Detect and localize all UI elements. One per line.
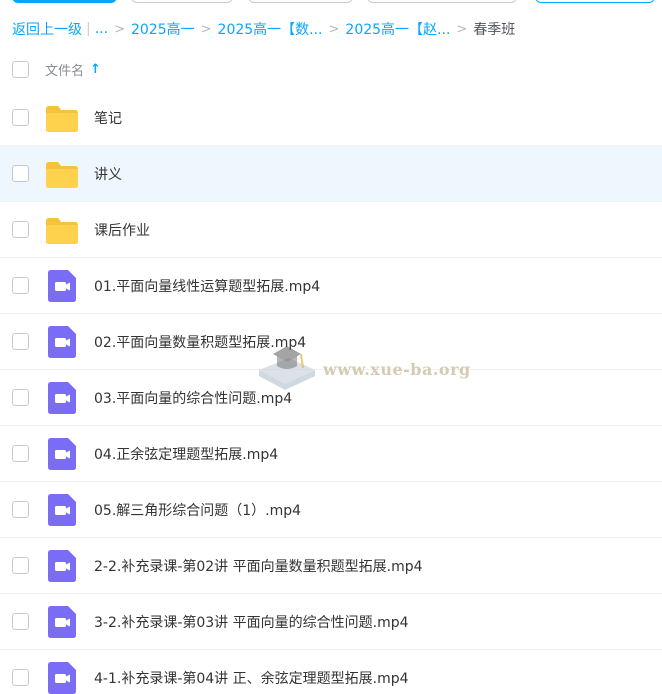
toolbar-button-2[interactable]	[131, 0, 233, 3]
row-checkbox[interactable]	[12, 557, 29, 574]
chevron-right-icon: >	[328, 21, 340, 37]
folder-icon	[45, 157, 79, 191]
file-row[interactable]: 01.平面向量线性运算题型拓展.mp4	[0, 258, 662, 314]
video-file-icon	[45, 269, 79, 303]
file-name[interactable]: 笔记	[94, 108, 122, 128]
toolbar-button-3[interactable]	[248, 0, 353, 3]
file-name[interactable]: 3-2.补充录课-第03讲 平面向量的综合性问题.mp4	[94, 612, 409, 632]
row-checkbox[interactable]	[12, 389, 29, 406]
file-name[interactable]: 讲义	[94, 164, 122, 184]
file-name[interactable]: 03.平面向量的综合性问题.mp4	[94, 388, 292, 408]
folder-row[interactable]: 讲义	[0, 146, 662, 202]
breadcrumb-current: 春季班	[473, 22, 516, 38]
breadcrumb-item-1[interactable]: 2025高一	[131, 19, 195, 39]
file-name[interactable]: 课后作业	[94, 220, 150, 240]
column-header-label: 文件名	[45, 63, 85, 79]
file-list: 笔记讲义课后作业 01.平面向量线性运算题型拓展.mp4 02.平面向量数量积题型拓…	[0, 90, 662, 694]
video-file-icon	[45, 381, 79, 415]
row-checkbox[interactable]	[12, 277, 29, 294]
row-checkbox[interactable]	[12, 669, 29, 686]
folder-row[interactable]: 课后作业	[0, 202, 662, 258]
row-checkbox[interactable]	[12, 221, 29, 238]
file-row[interactable]: 04.正余弦定理题型拓展.mp4	[0, 426, 662, 482]
column-header-filename[interactable]: 文件名 ↑	[45, 60, 101, 79]
row-checkbox[interactable]	[12, 613, 29, 630]
file-row[interactable]: 3-2.补充录课-第03讲 平面向量的综合性问题.mp4	[0, 594, 662, 650]
video-file-icon	[45, 605, 79, 639]
video-file-icon	[45, 325, 79, 359]
back-link[interactable]: 返回上一级	[12, 19, 82, 39]
file-name[interactable]: 05.解三角形综合问题（1）.mp4	[94, 500, 301, 520]
chevron-right-icon: >	[200, 21, 212, 37]
folder-icon	[45, 213, 79, 247]
file-row[interactable]: 03.平面向量的综合性问题.mp4	[0, 370, 662, 426]
file-row[interactable]: 2-2.补充录课-第02讲 平面向量数量积题型拓展.mp4	[0, 538, 662, 594]
row-checkbox[interactable]	[12, 333, 29, 350]
file-row[interactable]: 02.平面向量数量积题型拓展.mp4	[0, 314, 662, 370]
file-row[interactable]: 05.解三角形综合问题（1）.mp4	[0, 482, 662, 538]
row-checkbox[interactable]	[12, 501, 29, 518]
select-all-checkbox[interactable]	[12, 60, 29, 78]
toolbar-button-4[interactable]	[367, 0, 517, 3]
file-name[interactable]: 02.平面向量数量积题型拓展.mp4	[94, 332, 306, 352]
toolbar-button-5[interactable]	[535, 0, 655, 3]
row-checkbox[interactable]	[12, 109, 29, 126]
list-header: 文件名 ↑	[0, 52, 662, 86]
breadcrumb: 返回上一级 | ... > 2025高一 > 2025高一【数... > 202…	[12, 18, 515, 40]
file-row[interactable]: 4-1.补充录课-第04讲 正、余弦定理题型拓展.mp4	[0, 650, 662, 694]
toolbar-buttons-partial	[0, 0, 662, 6]
folder-row[interactable]: 笔记	[0, 90, 662, 146]
file-name[interactable]: 4-1.补充录课-第04讲 正、余弦定理题型拓展.mp4	[94, 668, 409, 688]
breadcrumb-ellipsis[interactable]: ...	[95, 21, 108, 37]
file-name[interactable]: 01.平面向量线性运算题型拓展.mp4	[94, 276, 320, 296]
video-file-icon	[45, 493, 79, 527]
toolbar-primary-button[interactable]	[12, 0, 117, 3]
breadcrumb-item-2[interactable]: 2025高一【数...	[218, 19, 323, 39]
file-name[interactable]: 2-2.补充录课-第02讲 平面向量数量积题型拓展.mp4	[94, 556, 423, 576]
arrow-up-icon: ↑	[90, 61, 101, 77]
chevron-right-icon: >	[456, 21, 468, 37]
video-file-icon	[45, 437, 79, 471]
video-file-icon	[45, 549, 79, 583]
chevron-right-icon: >	[114, 21, 125, 37]
file-name[interactable]: 04.正余弦定理题型拓展.mp4	[94, 444, 278, 464]
row-checkbox[interactable]	[12, 165, 29, 182]
row-checkbox[interactable]	[12, 445, 29, 462]
video-file-icon	[45, 661, 79, 694]
breadcrumb-item-3[interactable]: 2025高一【赵...	[345, 19, 450, 39]
breadcrumb-divider: |	[86, 21, 91, 37]
folder-icon	[45, 101, 79, 135]
